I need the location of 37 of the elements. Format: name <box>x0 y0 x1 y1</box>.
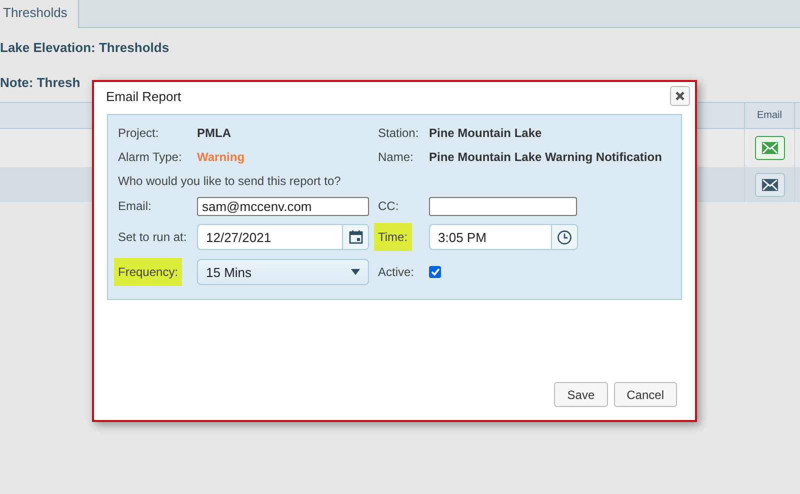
field-label: CC: <box>378 199 399 213</box>
time-field[interactable]: 3:05 PM <box>429 224 578 250</box>
active-checkbox[interactable] <box>429 266 441 278</box>
email-button[interactable] <box>754 172 784 196</box>
cc-field[interactable] <box>429 196 577 216</box>
question-text: Who would you like to send this report to? <box>118 174 342 188</box>
calendar-icon <box>348 230 362 244</box>
field-label: Alarm Type: <box>118 150 182 164</box>
close-button[interactable] <box>670 86 690 106</box>
field-label: Project: <box>118 126 159 140</box>
email-field[interactable]: sam@mccenv.com <box>197 196 369 216</box>
field-label: Time: <box>374 223 412 251</box>
field-label: Name: <box>378 150 414 164</box>
dialog-button[interactable]: Save <box>554 382 608 407</box>
station-value: Pine Mountain Lake <box>429 126 543 140</box>
page-heading: Lake Elevation: Thresholds <box>0 39 170 57</box>
caret-icon <box>351 269 360 275</box>
name-value: Pine Mountain Lake Warning Notification <box>429 150 663 164</box>
alarm-type-value: Warning <box>197 150 246 164</box>
note-text: Note: Thresh <box>0 75 80 90</box>
close-icon <box>675 91 685 101</box>
field-label: Frequency: <box>114 258 182 286</box>
dialog-title: Email Report <box>106 88 182 104</box>
date-field[interactable]: 12/27/2021 <box>197 224 369 250</box>
clock-icon <box>557 230 572 244</box>
column-header: Email <box>744 103 795 128</box>
project-value: PMLA <box>197 126 232 140</box>
field-label: Email: <box>118 199 152 213</box>
envelope-icon <box>762 178 778 190</box>
field-label: Set to run at: <box>118 230 187 244</box>
email-button[interactable] <box>754 136 784 160</box>
dialog-button[interactable]: Cancel <box>614 382 677 407</box>
frequency-dropdown[interactable]: 15 Mins <box>197 259 369 285</box>
field-label: Active: <box>378 265 414 279</box>
field-label: Station: <box>378 126 419 140</box>
envelope-icon <box>762 142 778 154</box>
tab[interactable]: Thresholds <box>0 0 80 28</box>
